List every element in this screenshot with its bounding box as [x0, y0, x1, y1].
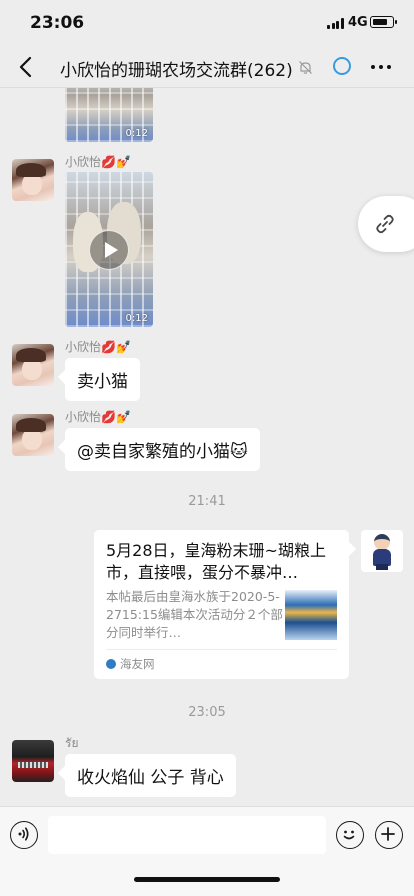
link-card-description: 本帖最后由皇海水族于2020-5-2715:15编辑本次活动分２个部分同时举行… [106, 589, 283, 640]
input-bar [0, 806, 414, 896]
chat-title: 小欣怡的珊瑚农场交流群(262) [60, 61, 293, 81]
message-bubble[interactable]: @卖自家繁殖的小猫🐱 [65, 428, 260, 471]
avatar[interactable] [361, 530, 403, 572]
time-separator: 23:05 [188, 705, 226, 720]
message-bubble[interactable]: 卖小猫 [65, 358, 140, 401]
message-bubble[interactable]: 收火焰仙 公子 背心 [65, 754, 236, 797]
video-message[interactable]: 0:12 [65, 172, 153, 327]
video-duration: 0:12 [125, 313, 148, 324]
link-icon [376, 214, 394, 234]
link-card-message[interactable]: 5月28日，皇海粉末珊~瑚粮上市，直接喂，蛋分不暴冲… 本帖最后由皇海水族于20… [94, 530, 349, 679]
sender-name: 小欣怡💋💅 [65, 410, 131, 424]
chat-header: 小欣怡的珊瑚农场交流群(262) [0, 46, 414, 88]
link-card-title: 5月28日，皇海粉末珊~瑚粮上市，直接喂，蛋分不暴冲… [106, 541, 326, 582]
voice-icon[interactable] [10, 821, 38, 849]
video-message[interactable]: 0:12 [65, 88, 153, 142]
source-icon [106, 659, 116, 669]
sender-name: 小欣怡💋💅 [65, 340, 131, 354]
ring-icon[interactable] [333, 57, 351, 75]
network-label: 4G [348, 15, 368, 30]
divider [106, 649, 337, 650]
status-bar: 23:06 4G [0, 0, 414, 46]
message-input[interactable] [48, 816, 326, 854]
bell-off-icon [299, 61, 312, 74]
battery-icon [370, 16, 397, 28]
sender-name: รัย [65, 736, 79, 750]
more-icon[interactable] [370, 56, 392, 78]
chat-area[interactable]: 0:12 小欣怡💋💅 0:12 小欣怡💋💅 卖小猫 小欣怡💋💅 @卖自家繁殖的小… [0, 88, 414, 806]
time-separator: 21:41 [188, 494, 226, 509]
video-duration: 0:12 [125, 128, 148, 139]
chevron-left-icon[interactable] [16, 55, 38, 79]
sender-name: 小欣怡💋💅 [65, 155, 131, 169]
status-time: 23:06 [30, 13, 85, 33]
play-icon[interactable] [89, 230, 129, 270]
avatar[interactable] [12, 740, 54, 782]
signal-icon [327, 18, 345, 29]
floating-link-button[interactable] [358, 196, 414, 252]
link-card-source-name: 海友网 [120, 657, 155, 671]
emoji-icon[interactable] [336, 821, 364, 849]
avatar[interactable] [12, 344, 54, 386]
avatar[interactable] [12, 414, 54, 456]
avatar[interactable] [12, 159, 54, 201]
home-indicator [134, 877, 280, 882]
plus-icon[interactable] [375, 821, 403, 849]
link-card-thumbnail [285, 590, 337, 640]
link-card-source: 海友网 [106, 656, 155, 672]
